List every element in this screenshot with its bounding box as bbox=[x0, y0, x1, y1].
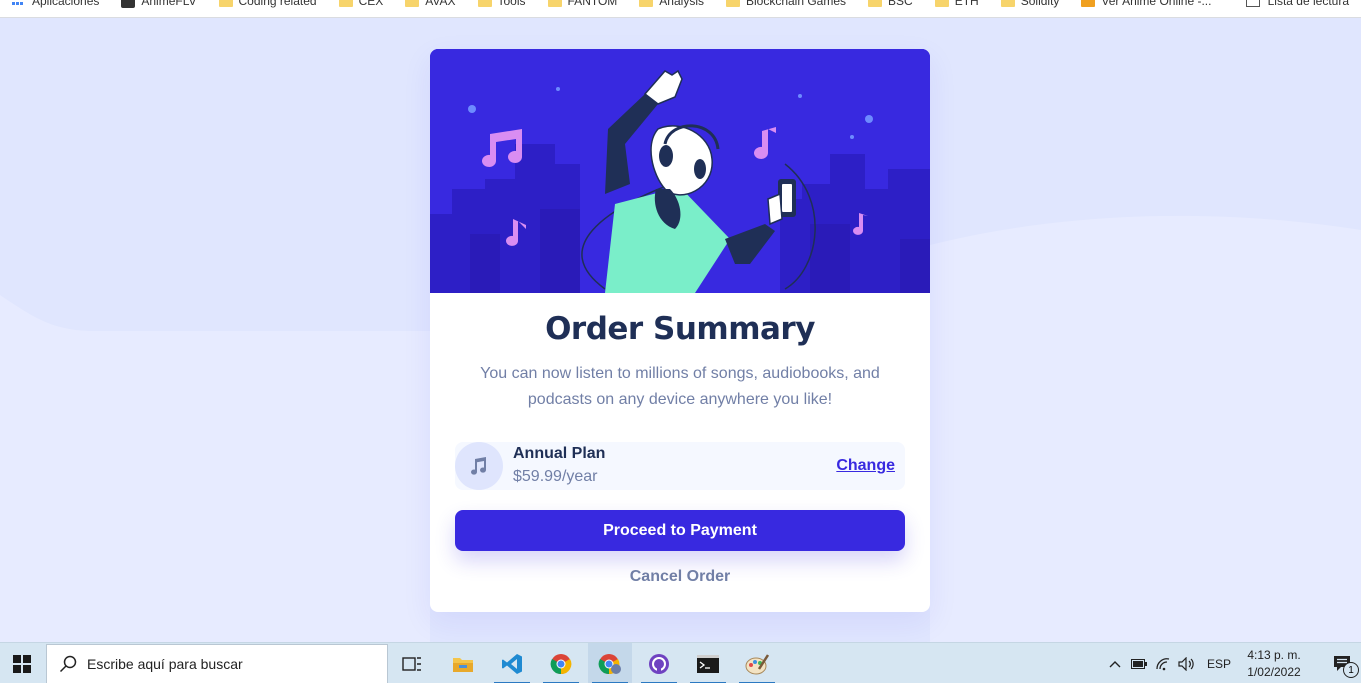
dancing-person-illustration bbox=[430, 49, 930, 293]
reading-list-icon bbox=[1245, 0, 1260, 7]
windows-logo-icon bbox=[13, 654, 31, 673]
task-view-icon[interactable] bbox=[390, 643, 434, 683]
proceed-to-payment-button[interactable]: Proceed to Payment bbox=[455, 510, 905, 551]
bookmark-folder[interactable]: BSC bbox=[868, 0, 913, 8]
folder-icon bbox=[547, 0, 562, 7]
search-icon bbox=[59, 655, 77, 673]
clock[interactable]: 4:13 p. m. 1/02/2022 bbox=[1239, 647, 1309, 681]
plan-summary: Annual Plan $59.99/year Change bbox=[455, 442, 905, 490]
folder-icon bbox=[218, 0, 233, 7]
reading-list[interactable]: Lista de lectura bbox=[1245, 0, 1349, 10]
taskbar-search[interactable] bbox=[46, 644, 388, 683]
folder-icon bbox=[639, 0, 654, 7]
chrome-profile-icon[interactable] bbox=[588, 643, 632, 683]
start-button[interactable] bbox=[0, 643, 44, 683]
file-explorer-icon[interactable] bbox=[441, 643, 485, 683]
folder-icon bbox=[477, 0, 492, 7]
animeflv-icon bbox=[121, 0, 136, 8]
bookmark-folder[interactable]: CEX bbox=[338, 0, 383, 8]
order-summary-card: Order Summary You can now listen to mill… bbox=[430, 49, 930, 612]
bookmark-folder[interactable]: AVAX bbox=[405, 0, 456, 8]
bookmark-link[interactable]: Ver Anime Online -... bbox=[1081, 0, 1211, 8]
folder-icon bbox=[868, 0, 883, 7]
order-description: You can now listen to millions of songs,… bbox=[480, 365, 880, 408]
system-tray: ESP 4:13 p. m. 1/02/2022 1 bbox=[1103, 643, 1361, 683]
folder-icon bbox=[725, 0, 740, 7]
folder-icon bbox=[934, 0, 949, 7]
bookmark-apps[interactable]: Aplicaciones bbox=[12, 0, 99, 8]
folder-icon bbox=[338, 0, 353, 7]
chevron-up-icon[interactable] bbox=[1103, 643, 1127, 683]
bookmark-animeflv[interactable]: AnimeFLV bbox=[121, 0, 197, 8]
paint-icon[interactable] bbox=[735, 643, 779, 683]
bookmark-folder[interactable]: Solidity bbox=[1000, 0, 1059, 8]
page-title: Order Summary bbox=[545, 311, 815, 347]
cancel-order-button[interactable]: Cancel Order bbox=[580, 565, 780, 589]
battery-icon[interactable] bbox=[1127, 643, 1151, 683]
vscode-icon[interactable] bbox=[490, 643, 534, 683]
github-desktop-icon[interactable] bbox=[637, 643, 681, 683]
plan-price: $59.99/year bbox=[513, 468, 598, 485]
folder-icon bbox=[1000, 0, 1015, 7]
language-indicator[interactable]: ESP bbox=[1207, 657, 1231, 671]
bookmark-folder[interactable]: Coding related bbox=[218, 0, 317, 8]
windows-taskbar: ESP 4:13 p. m. 1/02/2022 1 bbox=[0, 642, 1361, 683]
wifi-icon[interactable] bbox=[1151, 643, 1175, 683]
bookmark-folder[interactable]: Blockchain Games bbox=[725, 0, 846, 8]
terminal-icon[interactable] bbox=[686, 643, 730, 683]
music-note-icon bbox=[455, 442, 503, 490]
search-input[interactable] bbox=[87, 656, 367, 672]
notification-center[interactable]: 1 bbox=[1325, 643, 1361, 683]
bookmark-folder[interactable]: ETH bbox=[934, 0, 979, 8]
chrome-icon[interactable] bbox=[539, 643, 583, 683]
plan-name: Annual Plan bbox=[513, 445, 606, 462]
folder-icon bbox=[405, 0, 420, 7]
bookmark-folder[interactable]: Tools bbox=[477, 0, 526, 8]
notification-badge: 1 bbox=[1343, 662, 1359, 678]
clock-time: 4:13 p. m. bbox=[1247, 647, 1301, 662]
bookmarks-bar: Aplicaciones AnimeFLV Coding related CEX… bbox=[0, 0, 1361, 18]
bookmark-folder[interactable]: FANTOM bbox=[547, 0, 617, 8]
hero-illustration bbox=[430, 49, 930, 293]
volume-icon[interactable] bbox=[1175, 643, 1199, 683]
site-icon bbox=[1081, 0, 1096, 7]
bookmark-folder[interactable]: Analysis bbox=[639, 0, 704, 8]
apps-grid-icon bbox=[12, 0, 26, 7]
change-plan-link[interactable]: Change bbox=[836, 457, 895, 475]
clock-date: 1/02/2022 bbox=[1247, 664, 1301, 679]
